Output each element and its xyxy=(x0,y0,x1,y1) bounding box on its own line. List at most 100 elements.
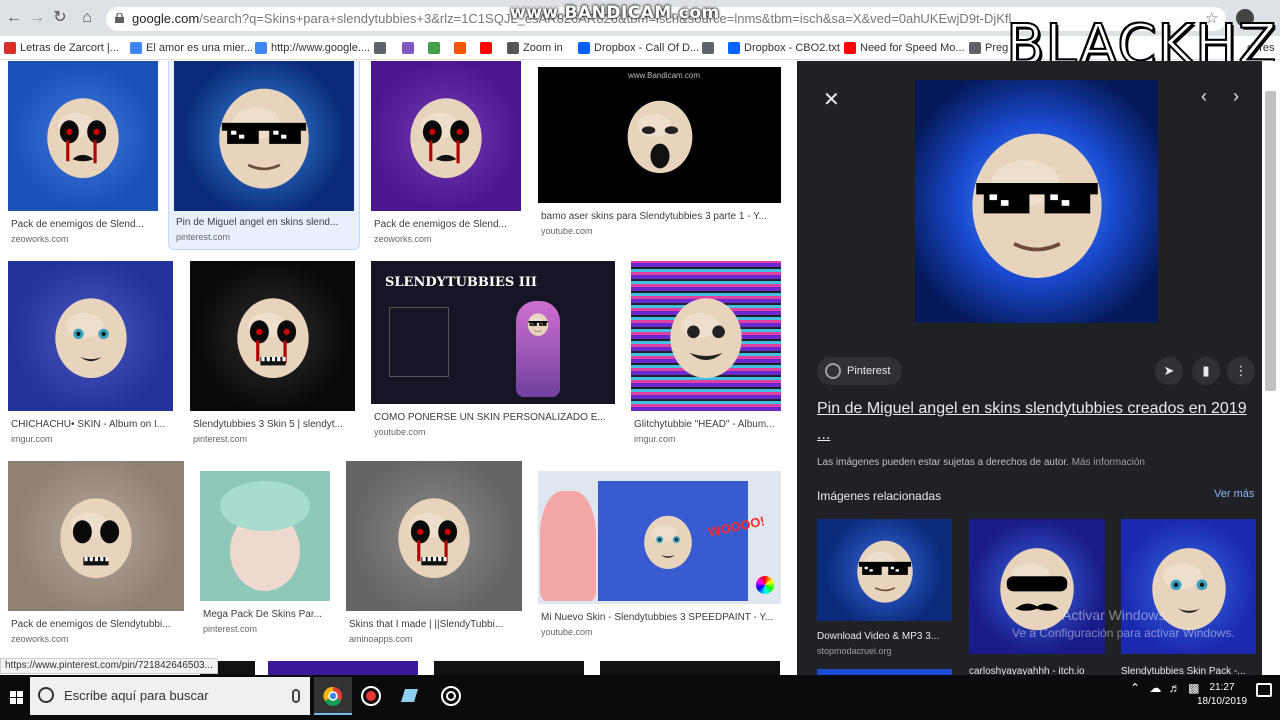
obs-taskbar-icon[interactable] xyxy=(432,677,470,715)
result-thumbnail[interactable] xyxy=(200,471,330,601)
more-options-icon[interactable]: ⋮ xyxy=(1227,357,1255,385)
chrome-taskbar-icon[interactable] xyxy=(314,677,352,715)
bookmark-item[interactable] xyxy=(478,39,496,57)
related-caption[interactable]: carloshyayayahhh - itch.io xyxy=(969,666,1105,675)
result-thumbnail-partial[interactable] xyxy=(434,661,584,675)
image-result-card[interactable]: Slendytubbies 3 Skin 5 | slendyt... pinte… xyxy=(190,261,355,451)
result-caption[interactable]: Skins that I made | ||SlendyTubbi... xyxy=(349,619,525,630)
bookmark-item[interactable]: Letras de Zarcort |... xyxy=(2,39,119,57)
image-result-card[interactable]: Pack de enemigos de Slendytubbi... zeowor… xyxy=(8,461,184,651)
bookmark-label: http://www.google.... xyxy=(271,42,371,54)
related-image-card[interactable]: Slendytubbies Skin Pack -... xyxy=(1121,519,1256,675)
microphone-icon[interactable] xyxy=(292,689,300,703)
see-more-link[interactable]: Ver más xyxy=(1214,488,1254,500)
related-thumbnail[interactable] xyxy=(817,519,952,621)
result-thumbnail[interactable] xyxy=(174,61,354,211)
save-icon[interactable]: ▮ xyxy=(1192,357,1220,385)
image-result-card[interactable]: WOOOO! Mi Nuevo Skin - Slendytubbies 3 SP… xyxy=(538,471,781,644)
next-icon[interactable]: › xyxy=(1233,86,1239,107)
tubby-face xyxy=(236,298,309,378)
status-bar-url: https://www.pinterest.com/pin/7218426465… xyxy=(0,658,218,674)
result-caption[interactable]: Pack de enemigos de Slendytubbi... xyxy=(11,619,187,630)
bookmark-item[interactable] xyxy=(426,39,444,57)
result-thumbnail-partial[interactable] xyxy=(600,661,780,675)
bookmark-item[interactable]: Need for Speed Mo... xyxy=(842,39,965,57)
result-caption[interactable]: Glitchytubbie "HEAD" - Album... xyxy=(634,419,784,430)
result-thumbnail[interactable] xyxy=(346,461,522,611)
volume-icon[interactable]: ♬ xyxy=(1169,681,1181,695)
bookmark-label: Dropbox - CBO2.txt xyxy=(744,42,840,54)
globe-icon xyxy=(374,42,386,54)
result-thumbnail[interactable]: WOOOO! xyxy=(538,471,781,604)
previous-icon[interactable]: ‹ xyxy=(1201,86,1207,107)
result-thumbnail[interactable] xyxy=(8,461,184,611)
bookmark-item[interactable]: http://www.google.... xyxy=(253,39,370,57)
reload-icon[interactable]: ↻ xyxy=(50,8,70,28)
photos-taskbar-icon[interactable] xyxy=(390,677,428,715)
related-image-card[interactable]: Download Video & MP3 3... stopmodacruel.o… xyxy=(817,519,952,656)
image-result-card[interactable]: www.Bandicam.com bamo aser skins para Sle… xyxy=(538,67,781,243)
back-icon[interactable]: ← xyxy=(4,8,24,28)
result-caption[interactable]: Pin de Miguel angel en skins slend... xyxy=(176,217,356,228)
scrollbar[interactable] xyxy=(1262,61,1280,675)
bookmark-item[interactable] xyxy=(400,39,418,57)
result-caption[interactable]: Slendytubbies 3 Skin 5 | slendyt... xyxy=(193,419,358,430)
result-thumbnail[interactable] xyxy=(631,261,781,411)
preview-image[interactable] xyxy=(915,80,1158,323)
result-caption[interactable]: Mi Nuevo Skin - Slendytubbies 3 SPEEDPAI… xyxy=(541,612,784,623)
source-chip[interactable]: Pinterest xyxy=(817,357,903,385)
related-caption[interactable]: Slendytubbies Skin Pack -... xyxy=(1121,666,1256,675)
home-icon[interactable]: ⌂ xyxy=(77,8,97,28)
image-result-card[interactable]: Pack de enemigos de Slend... zeoworks.com xyxy=(371,61,521,251)
result-thumbnail[interactable]: www.Bandicam.com xyxy=(538,67,781,203)
result-thumbnail[interactable] xyxy=(8,61,158,211)
result-caption[interactable]: COMO PONERSE UN SKIN PERSONALIZADO E... xyxy=(374,412,618,423)
result-thumbnail[interactable] xyxy=(190,261,355,411)
bookmark-item[interactable] xyxy=(452,39,470,57)
windows-start-icon[interactable] xyxy=(4,683,30,711)
taskbar-search-input[interactable]: Escribe aquí para buscar xyxy=(30,677,310,715)
result-caption[interactable]: Pack de enemigos de Slend... xyxy=(374,219,524,230)
related-image-card[interactable]: carloshyayayahhh - itch.io xyxy=(969,519,1105,675)
result-caption[interactable]: Pack de enemigos de Slend... xyxy=(11,219,161,230)
result-thumbnail[interactable] xyxy=(371,61,521,211)
result-caption[interactable]: Mega Pack De Skins Par... xyxy=(203,609,333,620)
bookmark-item[interactable] xyxy=(700,39,718,57)
bookmark-item[interactable]: Preg xyxy=(967,39,1008,57)
record-taskbar-icon[interactable] xyxy=(352,677,390,715)
more-info-link[interactable]: Más información xyxy=(1072,457,1145,468)
scrollbar-thumb[interactable] xyxy=(1265,91,1276,391)
image-result-card[interactable]: Pack de enemigos de Slend... zeoworks.com xyxy=(8,61,158,251)
result-caption[interactable]: CHICHACHU• SKIN - Album on I... xyxy=(11,419,176,430)
image-result-card[interactable]: CHICHACHU• SKIN - Album on I... imgur.com xyxy=(8,261,173,451)
bookmark-item[interactable]: Dropbox - Call Of D... xyxy=(576,39,699,57)
preview-title-link[interactable]: Pin de Miguel angel en skins slendytubbi… xyxy=(817,396,1247,448)
cloud-icon[interactable]: ☁ xyxy=(1149,681,1161,695)
related-caption[interactable]: Download Video & MP3 3... xyxy=(817,631,952,642)
close-icon[interactable]: ✕ xyxy=(823,87,840,112)
bookmark-item[interactable] xyxy=(372,39,390,57)
result-thumbnail[interactable] xyxy=(8,261,173,411)
result-thumbnail[interactable]: SLENDYTUBBIES III xyxy=(371,261,615,404)
chevron-up-icon[interactable]: ⌃ xyxy=(1130,681,1140,695)
result-caption[interactable]: bamo aser skins para Slendytubbies 3 par… xyxy=(541,211,784,222)
notifications-icon[interactable] xyxy=(1256,683,1272,697)
image-result-card[interactable]: SLENDYTUBBIES III COMO PONERSE UN SKIN PE… xyxy=(371,261,615,444)
image-results-grid: Pack de enemigos de Slend... zeoworks.com… xyxy=(0,61,797,675)
image-result-card[interactable]: Glitchytubbie "HEAD" - Album... imgur.com xyxy=(631,261,781,451)
result-source: imgur.com xyxy=(634,434,676,444)
windows-activation-watermark: Activar Windows Ve a Configuración para … xyxy=(1012,606,1235,642)
image-result-card[interactable]: Pin de Miguel angel en skins slend... pin… xyxy=(168,61,360,250)
system-tray[interactable]: ⌃ ☁ ♬ ▩ xyxy=(1130,681,1199,695)
result-thumbnail-partial[interactable] xyxy=(268,661,418,675)
bookmark-item[interactable]: El amor es una mier... xyxy=(128,39,253,57)
result-source: youtube.com xyxy=(541,627,593,637)
forward-icon[interactable]: → xyxy=(27,8,47,28)
image-result-card[interactable]: Skins that I made | ||SlendyTubbi... amin… xyxy=(346,461,522,651)
taskbar-clock[interactable]: 21:27 18/10/2019 xyxy=(1196,679,1248,709)
share-icon[interactable]: ➤ xyxy=(1155,357,1183,385)
bookmark-item[interactable]: Dropbox - CBO2.txt xyxy=(726,39,840,57)
bookmark-item[interactable]: Zoom in xyxy=(505,39,563,57)
image-result-card[interactable]: Mega Pack De Skins Par... pinterest.com xyxy=(200,471,330,641)
bookmark-zarcort-icon xyxy=(4,42,16,54)
